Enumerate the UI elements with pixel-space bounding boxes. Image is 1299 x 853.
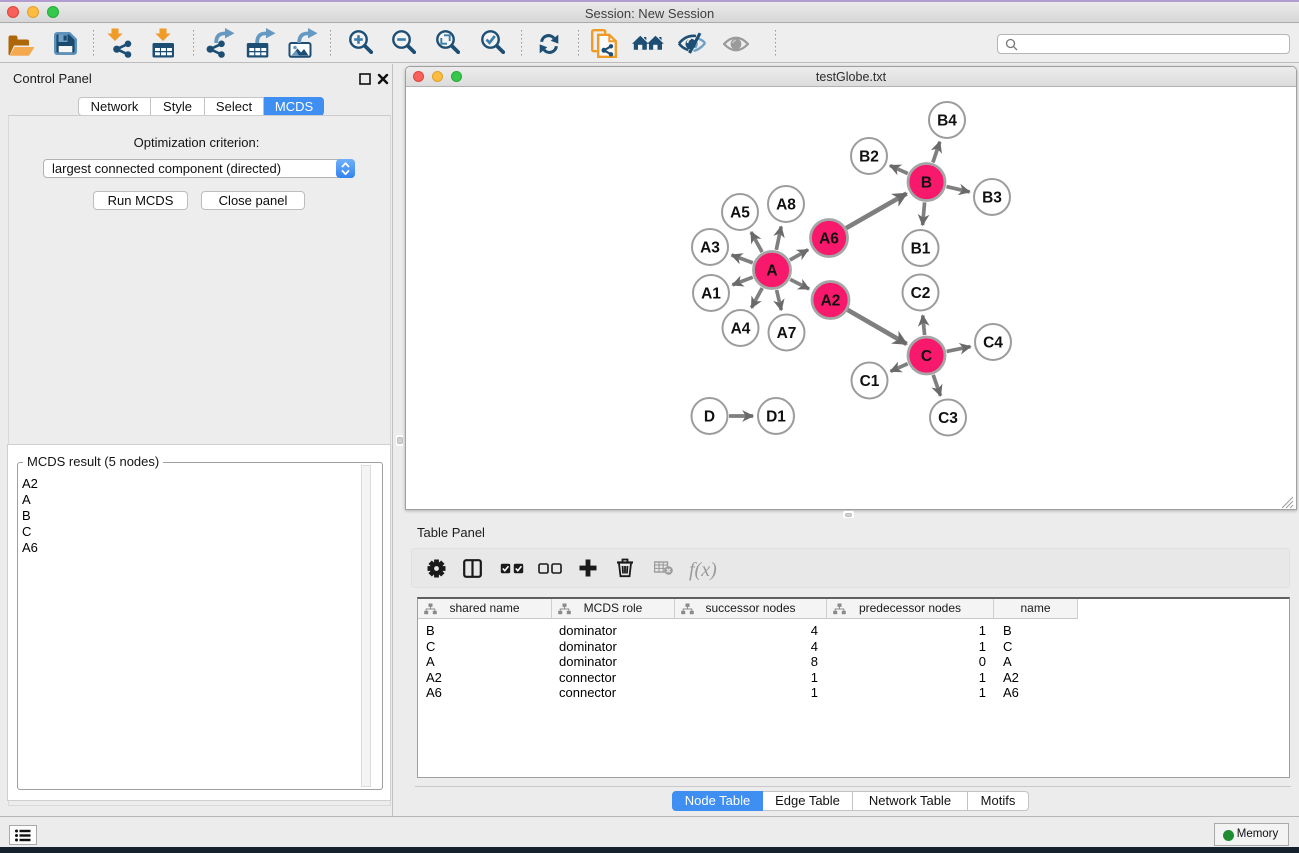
svg-text:A5: A5 [730,205,750,222]
svg-text:C: C [921,348,932,365]
svg-text:B1: B1 [911,241,931,258]
svg-text:A7: A7 [777,325,797,342]
svg-text:A8: A8 [776,197,796,214]
svg-text:C4: C4 [983,335,1003,352]
svg-text:A6: A6 [819,231,839,248]
svg-text:A1: A1 [701,286,721,303]
svg-text:D1: D1 [766,409,786,426]
svg-text:C1: C1 [860,373,880,390]
svg-text:B: B [921,175,932,192]
svg-text:B2: B2 [859,149,879,166]
svg-text:A: A [766,263,777,280]
svg-text:D: D [704,409,715,426]
svg-text:C2: C2 [911,285,931,302]
svg-text:C3: C3 [938,410,958,427]
svg-text:B3: B3 [982,190,1002,207]
svg-text:A3: A3 [700,240,720,257]
svg-text:B4: B4 [937,113,957,130]
svg-text:A4: A4 [731,321,751,338]
svg-text:A2: A2 [821,293,841,310]
